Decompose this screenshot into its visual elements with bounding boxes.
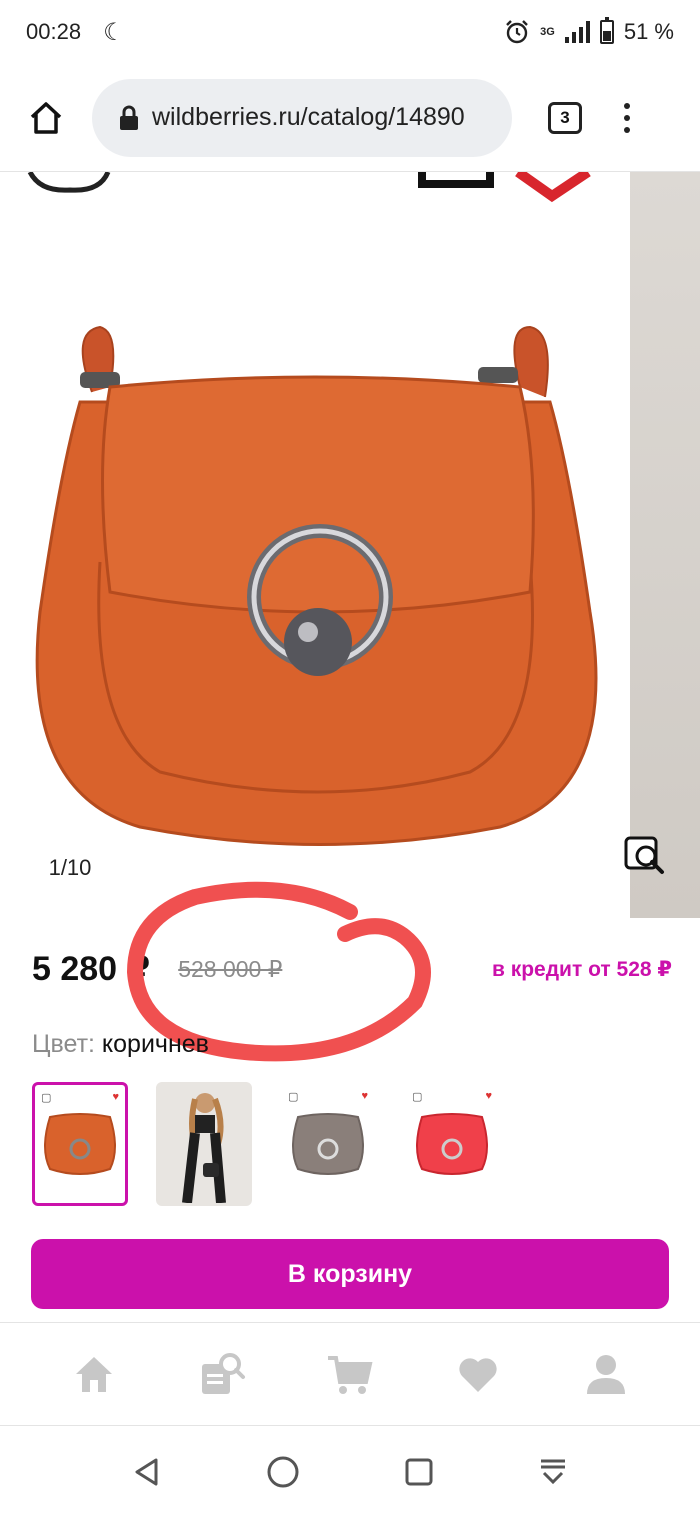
like-heart-icon: ♥	[485, 1090, 492, 1102]
browser-toolbar: wildberries.ru/catalog/14890 3	[0, 64, 700, 172]
status-time: 00:28	[26, 19, 82, 44]
swatch-red[interactable]: ▢ ♥	[404, 1082, 500, 1206]
battery-icon	[599, 17, 614, 44]
nav-cart-icon[interactable]	[320, 1344, 380, 1404]
price-row: 5 280 ₽ 528 000 ₽ в кредит от 528 ₽	[32, 944, 672, 994]
bottom-navigation	[0, 1322, 700, 1426]
leather-icon: ▢	[288, 1091, 299, 1103]
like-heart-icon: ♥	[112, 1091, 119, 1103]
next-image-peek[interactable]	[630, 172, 700, 918]
nav-favorites-heart-icon[interactable]	[448, 1344, 508, 1404]
battery-percent: 51 %	[623, 19, 674, 44]
swatch-bag-image	[292, 1113, 364, 1175]
nav-catalog-search-icon[interactable]	[192, 1344, 252, 1404]
home-button[interactable]	[0, 64, 92, 172]
network-type: 3G	[540, 26, 555, 38]
nav-home-icon[interactable]	[64, 1344, 124, 1404]
zoom-icon[interactable]	[624, 834, 666, 876]
nav-profile-icon[interactable]	[576, 1344, 636, 1404]
product-gallery[interactable]: 1/10	[0, 172, 700, 918]
swatch-grey[interactable]: ▢ ♥	[280, 1082, 376, 1206]
color-row: Цвет: коричнев	[32, 1030, 209, 1059]
do-not-disturb-icon: ☾	[103, 18, 125, 46]
swatch-bag-image	[44, 1113, 116, 1175]
browser-menu-icon[interactable]	[624, 102, 630, 133]
swatch-brown[interactable]: ▢ ♥	[32, 1082, 128, 1206]
tab-switcher-button[interactable]: 3	[548, 101, 582, 134]
leather-icon: ▢	[412, 1091, 423, 1103]
status-bar: 00:28 ☾ 3G 51 %	[0, 0, 700, 64]
gallery-counter: 1/10	[30, 850, 110, 886]
old-price: 528 000 ₽	[178, 955, 283, 982]
credit-link[interactable]: в кредит от 528 ₽	[492, 957, 672, 982]
swatch-bag-image	[416, 1113, 488, 1175]
recents-icon[interactable]	[404, 1457, 434, 1487]
leather-icon: ▢	[41, 1092, 52, 1104]
product-image	[27, 172, 598, 846]
notification-panel-icon[interactable]	[538, 1457, 568, 1487]
color-value: коричнев	[101, 1030, 209, 1058]
alarm-icon	[506, 20, 529, 44]
current-price: 5 280 ₽	[32, 950, 151, 988]
like-heart-icon: ♥	[361, 1090, 368, 1102]
url-text: wildberries.ru/catalog/14890	[152, 103, 465, 131]
back-icon[interactable]	[132, 1457, 162, 1487]
swatch-model-photo[interactable]	[156, 1082, 252, 1206]
color-label: Цвет:	[32, 1030, 95, 1058]
signal-icon	[564, 21, 590, 43]
add-to-cart-button[interactable]: В корзину	[31, 1239, 669, 1309]
home-circle-icon[interactable]	[266, 1455, 300, 1489]
model-photo-image	[182, 1093, 226, 1203]
address-bar[interactable]: wildberries.ru/catalog/14890	[92, 78, 512, 157]
system-navigation-bar	[0, 1427, 700, 1517]
home-icon	[30, 101, 62, 134]
status-right: 3G 51 %	[504, 17, 674, 45]
color-swatches: ▢ ♥ ▢ ♥ ▢ ♥	[32, 1082, 500, 1206]
lock-icon	[118, 105, 140, 131]
